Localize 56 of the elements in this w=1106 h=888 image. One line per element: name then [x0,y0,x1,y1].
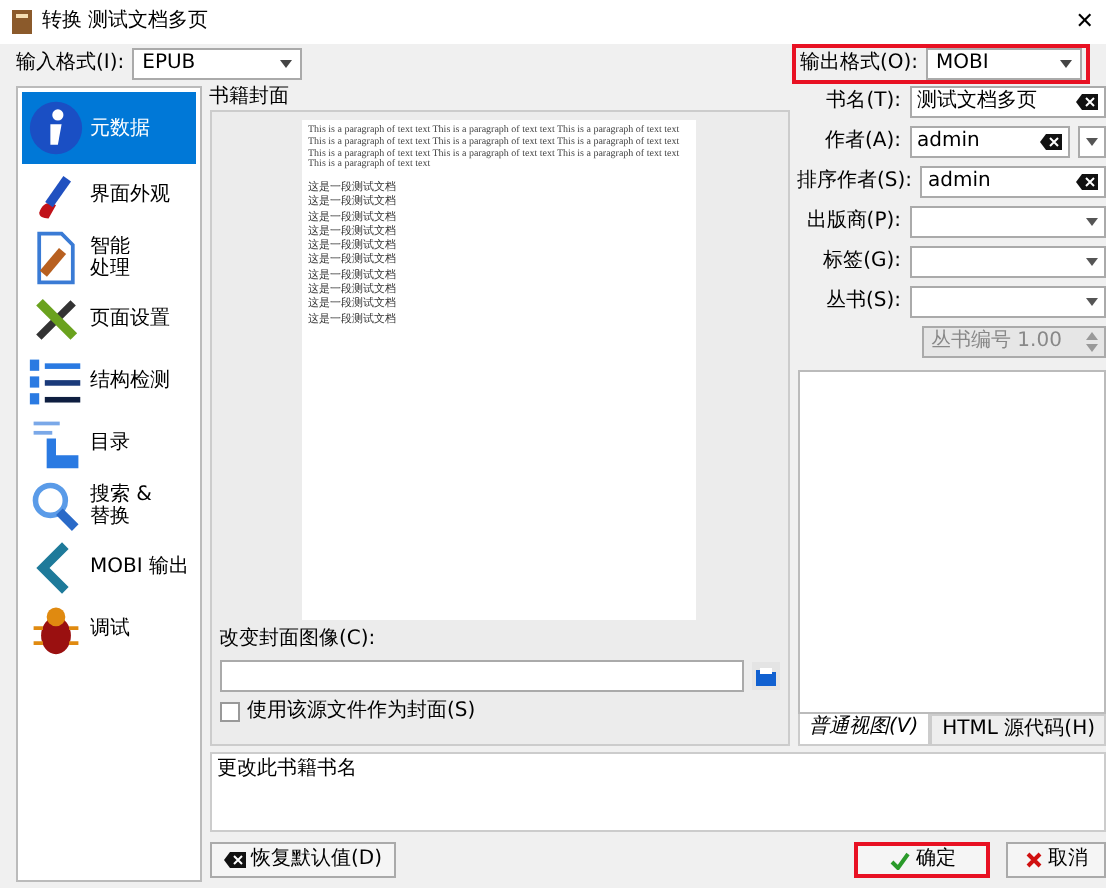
cancel-button[interactable]: 取消 [1006,842,1106,878]
sidebar-item[interactable]: 目录 [22,412,195,474]
sidebar-item[interactable]: 元数据 [22,92,195,164]
checkbox[interactable] [219,702,239,722]
combo-box[interactable] [909,206,1106,238]
app-icon [12,10,32,34]
restore-icon [223,852,245,868]
sidebar-item[interactable]: 页面设置 [22,288,195,350]
info-icon [28,100,84,156]
tab[interactable]: HTML 源代码(H) [930,714,1106,746]
caret-icon [1086,258,1099,266]
clear-icon[interactable] [1076,94,1099,110]
checkbox-label: 使用该源文件作为封面(S) [247,700,476,724]
text-field[interactable]: admin [909,126,1071,158]
caret-icon [1086,298,1099,306]
group-title: 书籍封面 [209,86,291,110]
window-title: 转换 测试文档多页 [42,10,209,34]
search-icon [28,477,84,533]
comments-editor[interactable] [797,370,1106,714]
field-label: 书名(T): [824,90,901,114]
close-icon [1025,852,1042,868]
dropdown-button[interactable] [1078,126,1106,158]
caret-icon [280,60,293,68]
sidebar-item[interactable]: 智能 处理 [22,226,195,288]
text-field[interactable]: 测试文档多页 [909,86,1106,118]
field-label: 排序作者(S): [797,170,913,194]
sidebar-item[interactable]: 搜索 & 替换 [22,474,195,536]
field-label: 出版商(P): [804,210,901,234]
caret-icon [1086,138,1099,146]
sidebar-item[interactable]: 结构检测 [22,350,195,412]
check-icon [889,851,910,869]
tab[interactable]: 普通视图(V) [797,714,931,746]
combo-box[interactable] [909,246,1106,278]
close-button[interactable]: ✕ [1075,8,1094,36]
combo-box[interactable] [909,286,1106,318]
output-format-dropdown[interactable]: MOBI [926,48,1082,80]
text-field[interactable]: admin [920,166,1106,198]
clear-icon[interactable] [1040,134,1063,150]
cover-path-field[interactable] [219,660,743,692]
field-label: 标签(G): [821,250,901,274]
output-format-label: 输出格式(O): [799,52,918,76]
restore-defaults-button[interactable]: 恢复默认值(D) [209,842,397,878]
sidebar-item[interactable]: 调试 [22,598,195,660]
caret-icon [1086,218,1099,226]
field-label: 丛书(S): [823,290,901,314]
input-format-dropdown[interactable]: EPUB [132,48,303,80]
folder-icon[interactable] [751,662,779,690]
sidebar-item[interactable]: 界面外观 [22,164,195,226]
input-format-label: 输入格式(I): [16,52,125,76]
sidebar-item[interactable]: MOBI 输出 [22,536,195,598]
ok-button[interactable]: 确定 [854,842,991,878]
clear-icon[interactable] [1076,174,1099,190]
caret-icon [1060,60,1072,68]
field-label: 作者(A): [822,130,901,154]
field-label: 改变封面图像(C): [219,628,378,652]
help-text: 更改此书籍书名 [217,758,357,780]
